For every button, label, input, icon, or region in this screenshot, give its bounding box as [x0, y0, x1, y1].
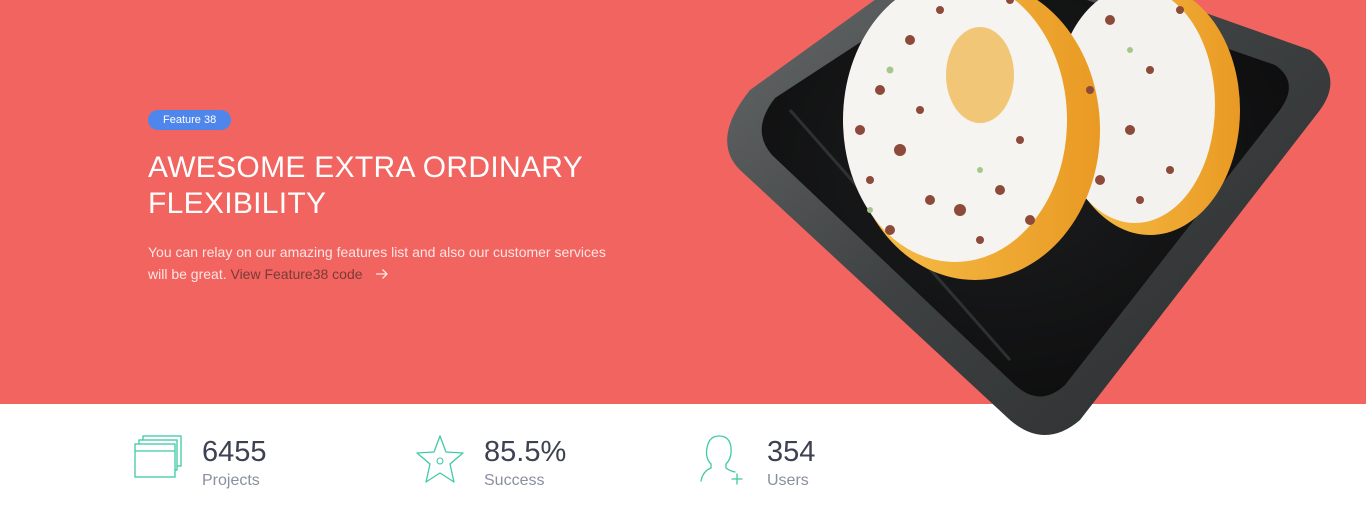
donut-plate-image: [727, 0, 1331, 435]
stat-projects-label: Projects: [202, 472, 260, 489]
hero-content: Feature 38 AWESOME EXTRA ORDINARY FLEXIB…: [148, 110, 628, 286]
stacked-windows-icon: [134, 434, 184, 486]
stat-success-value: 85.5%: [484, 436, 567, 468]
stat-users-label: Users: [767, 472, 809, 489]
hero-section: Feature 38 AWESOME EXTRA ORDINARY FLEXIB…: [0, 0, 1366, 435]
view-code-link[interactable]: View Feature38 code: [230, 266, 388, 282]
star-icon: [416, 434, 466, 486]
stat-projects-value: 6455: [202, 436, 267, 468]
hero-title-line-1: AWESOME EXTRA ORDINARY: [148, 151, 584, 184]
hero-title-line-2: FLEXIBILITY: [148, 187, 327, 220]
feature-badge: Feature 38: [148, 110, 232, 130]
stat-success-label: Success: [484, 472, 545, 489]
hero-title: AWESOME EXTRA ORDINARY FLEXIBILITY: [148, 150, 628, 222]
view-code-link-label: View Feature38 code: [230, 266, 363, 282]
hero-description-block: You can relay on our amazing features li…: [148, 241, 618, 286]
arrow-right-icon: [375, 264, 389, 286]
